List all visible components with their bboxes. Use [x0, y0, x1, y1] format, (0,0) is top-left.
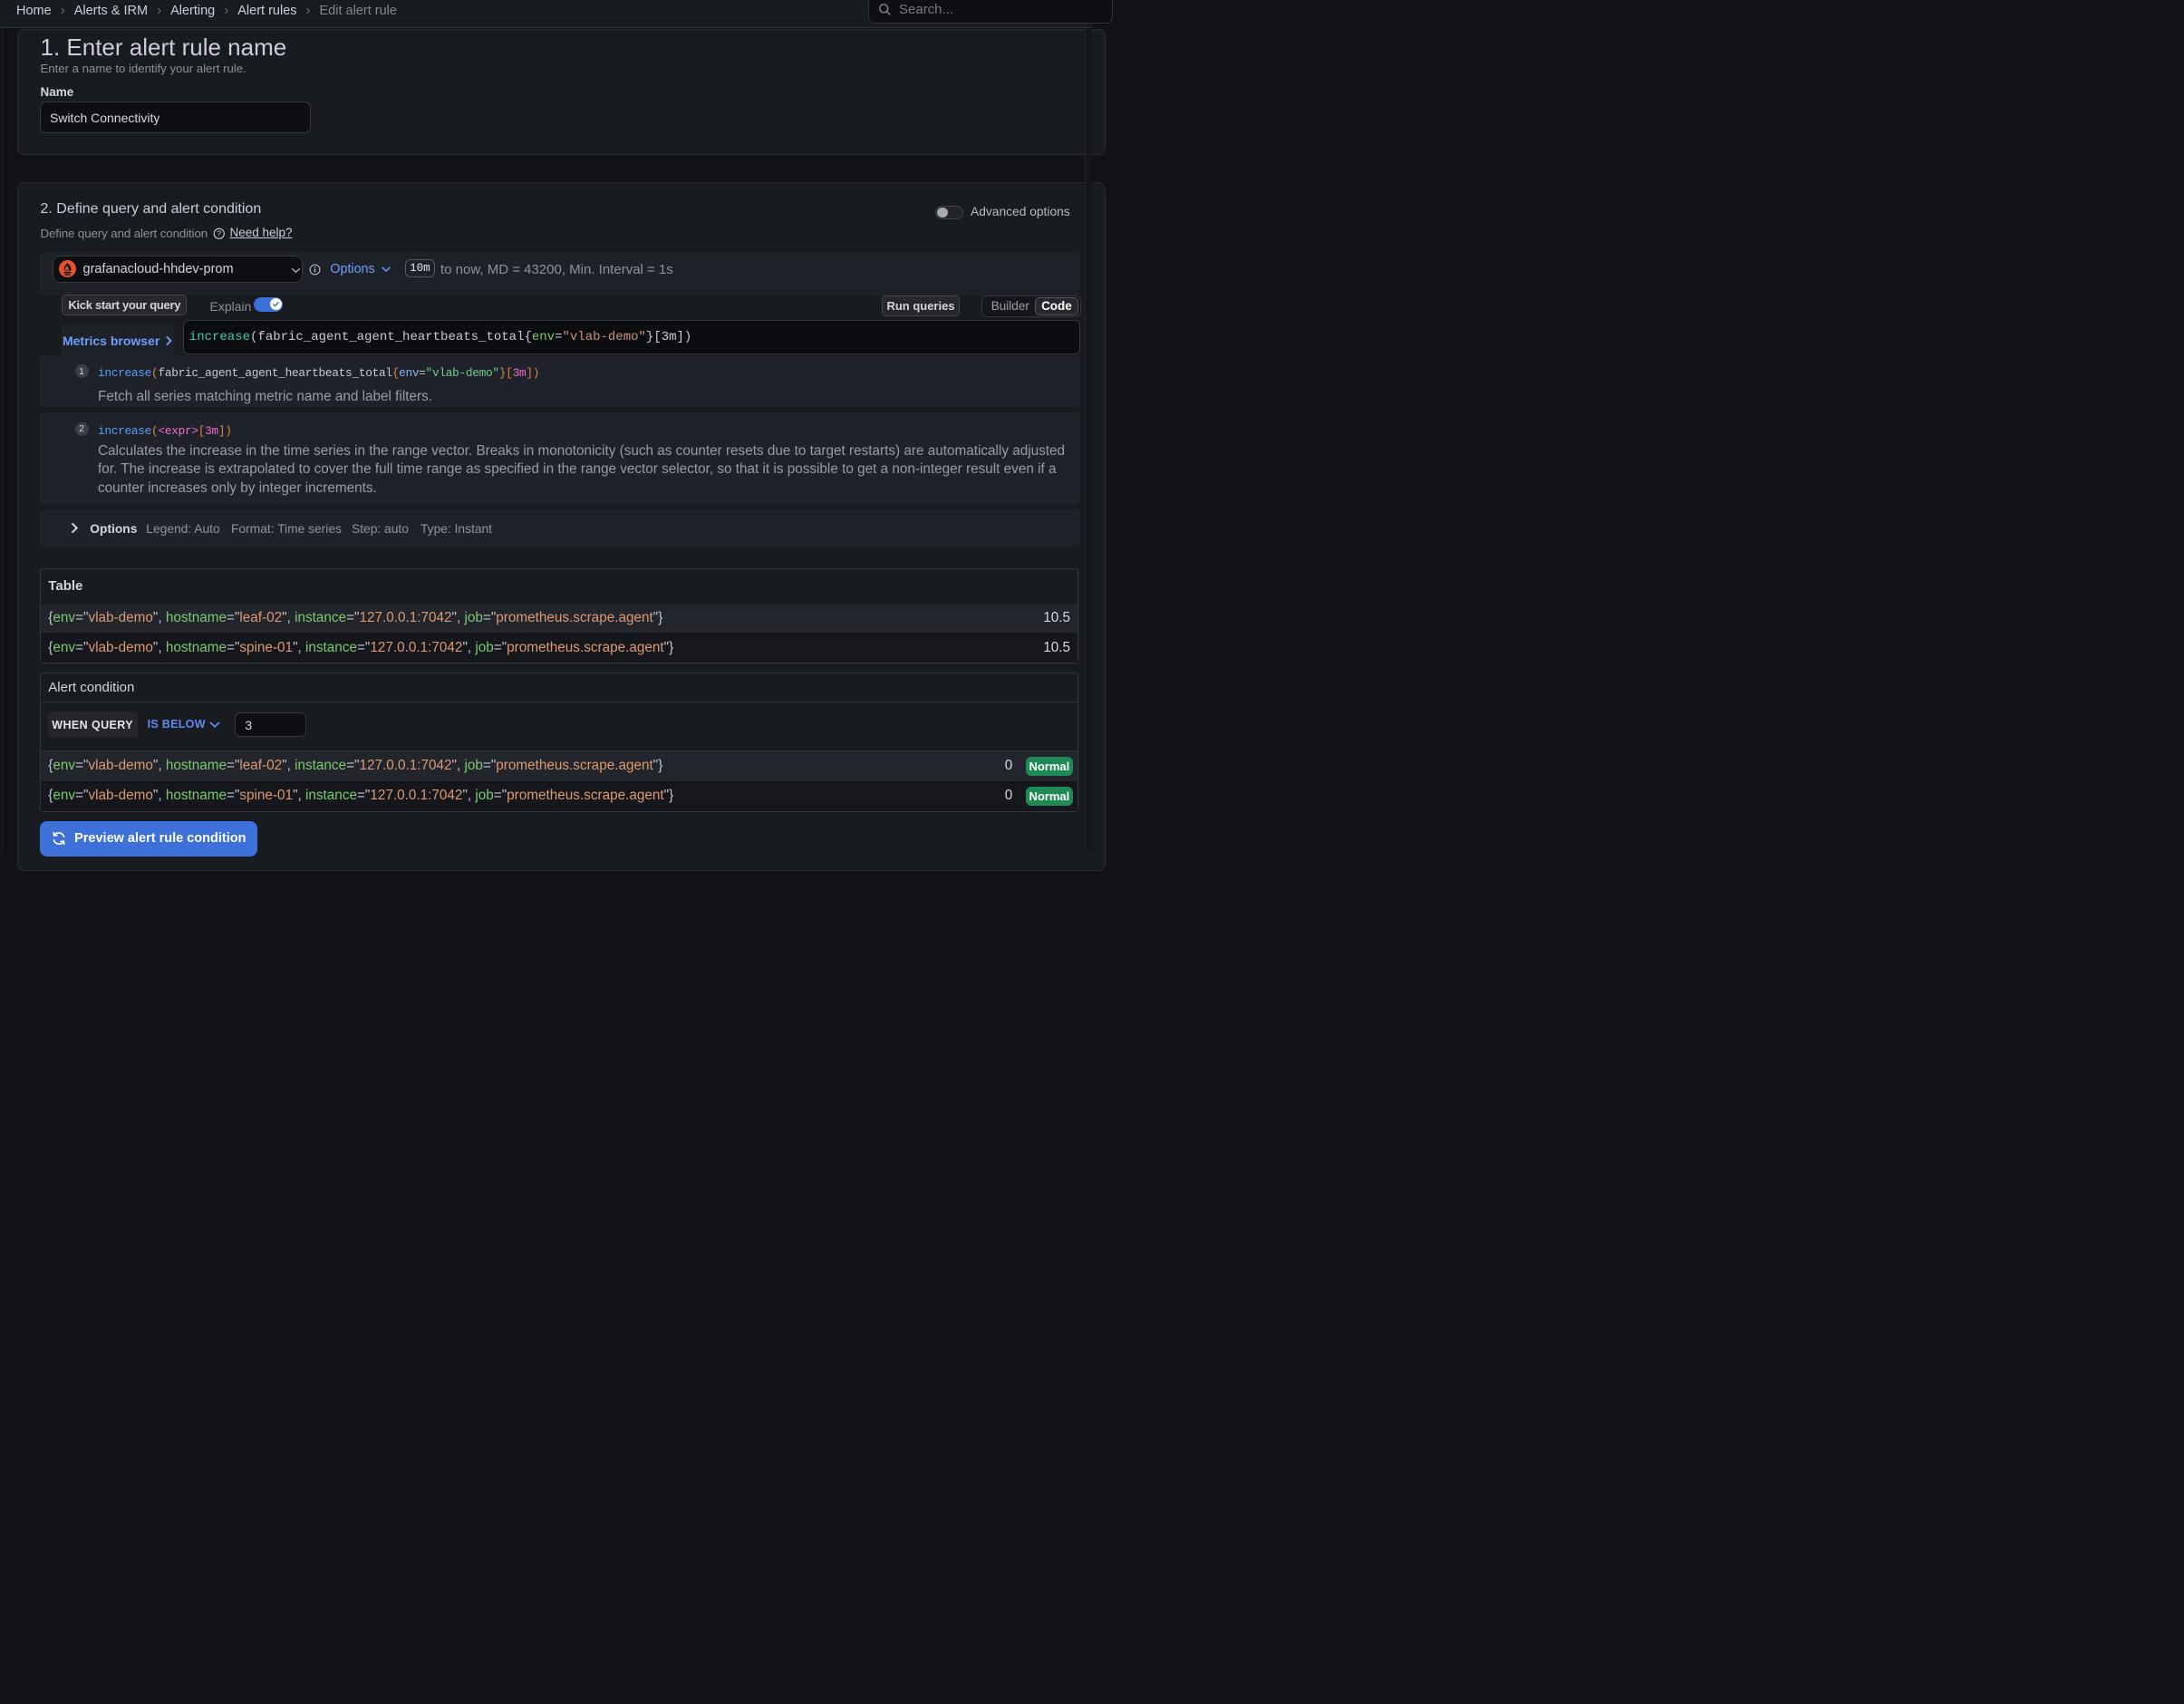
svg-text:?: ?	[217, 229, 221, 238]
